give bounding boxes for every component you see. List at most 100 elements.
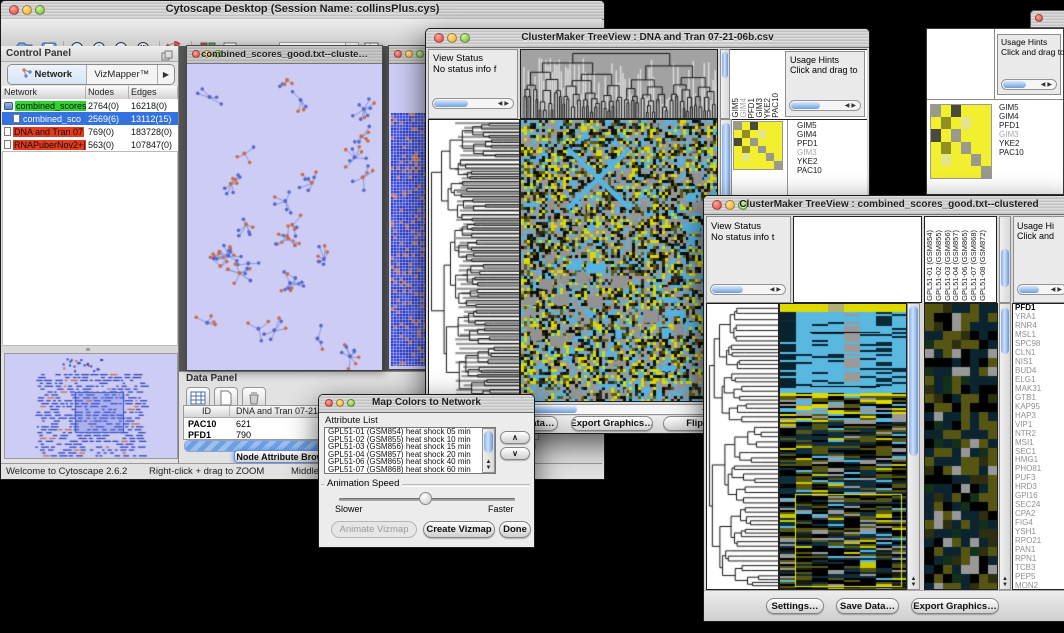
matrix-cell: [734, 146, 742, 154]
view-status-scrollbar[interactable]: ◀▶: [432, 98, 514, 109]
gene-label: MAK31: [1015, 385, 1064, 394]
network-edges: 107847(0): [129, 140, 178, 150]
gene-label: YRA1: [1015, 313, 1064, 322]
gene-label: YKE2: [797, 157, 865, 166]
usage-hints-scrollbar[interactable]: ◀▶: [1001, 79, 1057, 90]
export-graphics-button[interactable]: Export Graphics…: [911, 598, 999, 614]
panel-divider[interactable]: [1, 346, 178, 353]
control-panel-tabs: Network VizMapper™ ▶: [7, 64, 175, 85]
network-nodes: 563(0): [86, 140, 129, 150]
gene-label: PAC10: [999, 148, 1059, 157]
matrix-cell: [981, 166, 991, 178]
column-label: GPL51-06 (GSM865): [960, 230, 969, 301]
attribute-item[interactable]: GPL51-07 (GSM868) heat shock 60 min: [325, 466, 495, 474]
matrix-cell: [981, 129, 991, 141]
heatmap-vscrollbar[interactable]: ▲ ▼: [907, 303, 920, 590]
document-icon: [4, 140, 11, 149]
tab-vizmapper[interactable]: VizMapper™: [87, 65, 158, 84]
close-button[interactable]: [394, 50, 402, 58]
matrix-cell: [951, 142, 961, 154]
list-scrollbar[interactable]: ▲ ▼: [482, 428, 495, 473]
column-label: PAC10: [771, 93, 780, 118]
network-row[interactable]: DNA and Tran 07769(0)183728(0): [2, 125, 178, 138]
minimize-button[interactable]: [405, 50, 413, 58]
matrix-cell: [971, 142, 981, 154]
matrix-cell: [734, 122, 742, 130]
matrix-cell: [766, 138, 774, 146]
treeview1-titlebar[interactable]: ClusterMaker TreeView : DNA and Tran 07-…: [426, 29, 869, 48]
network-row[interactable]: combined_sco2569(6)13112(15): [2, 112, 178, 125]
control-panel: Control Panel Network VizMapper™ ▶ Netwo…: [1, 46, 179, 463]
gene-label: PAN1: [1015, 546, 1064, 555]
close-button[interactable]: [1035, 14, 1043, 22]
network-table-header[interactable]: Network Nodes Edges: [2, 86, 178, 100]
column-tree-panel[interactable]: [793, 216, 922, 303]
matrix-cell: [750, 153, 758, 161]
matrix-cell: [971, 105, 981, 117]
view-status-scrollbar[interactable]: ◀▶: [710, 284, 786, 295]
network-canvas[interactable]: [187, 64, 382, 370]
heatmap-hscrollbar[interactable]: ◀▶: [520, 404, 718, 415]
gene-label: PFD1: [1015, 304, 1064, 313]
network-row[interactable]: RNAPuberNov2+|563(0)107847(0): [2, 138, 178, 151]
gene-label: PFD1: [797, 139, 865, 148]
move-up-button[interactable]: ∧: [500, 431, 530, 444]
export-graphics-button[interactable]: Export Graphics…: [571, 416, 653, 431]
column-dendrogram-panel[interactable]: [520, 49, 718, 119]
gene-label: GIM3: [797, 148, 865, 157]
network-view-window: combined_scores_good.txt--cluste…: [186, 45, 383, 370]
main-titlebar[interactable]: Cytoscape Desktop (Session Name: collins…: [1, 1, 604, 20]
network-name: RNAPuberNov2+|: [13, 140, 86, 150]
animation-speed-label: Animation Speed: [324, 478, 402, 489]
usage-hints-text: Click and drag to: [1001, 47, 1064, 57]
network-list-empty: [2, 151, 178, 346]
row-dendrogram-panel[interactable]: [428, 119, 520, 402]
maximize-button[interactable]: [416, 50, 424, 58]
heatmap-panel[interactable]: [520, 119, 718, 402]
heatmap-panel[interactable]: [779, 303, 907, 590]
network-row[interactable]: combined_scores2764(0)16218(0): [2, 99, 178, 112]
usage-hints-scrollbar[interactable]: ◀▶: [789, 100, 861, 111]
matrix-cell: [750, 138, 758, 146]
row-dendrogram-panel[interactable]: [706, 303, 779, 590]
matrix-cell: [758, 146, 766, 154]
matrix-cell: [758, 153, 766, 161]
tab-overflow-button[interactable]: ▶: [158, 65, 174, 84]
treeview2-titlebar[interactable]: ClusterMaker TreeView : combined_scores_…: [704, 196, 1064, 215]
matrix-cell: [750, 161, 758, 169]
attribute-listbox[interactable]: GPL51-01 (GSM854) heat shock 05 minGPL51…: [324, 427, 496, 474]
save-data-button[interactable]: Save Data…: [836, 598, 899, 614]
tab-network[interactable]: Network: [8, 65, 87, 84]
gene-label: PEP5: [1015, 573, 1064, 582]
column-label: GPL51-07 (GSM868): [969, 230, 978, 301]
column-label: GPL51-01 (GSM854): [925, 230, 934, 301]
network-name: combined_sco: [22, 114, 82, 124]
done-button[interactable]: Done: [499, 521, 531, 538]
move-down-button[interactable]: ∨: [500, 447, 530, 460]
create-vizmap-button[interactable]: Create Vizmap: [423, 521, 495, 538]
gene-label: NIS1: [1015, 358, 1064, 367]
column-tree-scrollbar[interactable]: [720, 49, 730, 119]
column-labels: GIM5GIM4PFD1GIM3YKE2PAC10: [731, 49, 783, 119]
column-labels-scrollbar[interactable]: [999, 216, 1011, 303]
main-window-title: Cytoscape Desktop (Session Name: collins…: [1, 3, 604, 15]
cluster-summary-matrix[interactable]: [930, 104, 992, 179]
usage-hints-scrollbar[interactable]: ◀▶: [1017, 284, 1064, 295]
usage-hints-title: Usage Hints: [790, 55, 839, 65]
speed-slider-thumb[interactable]: [419, 492, 432, 505]
gene-label: GIM4: [797, 130, 865, 139]
treeview3-titlebar-fragment[interactable]: [1030, 10, 1064, 28]
dense-network-canvas[interactable]: [391, 113, 428, 366]
dialog-titlebar[interactable]: Map Colors to Network: [319, 395, 534, 413]
gene-label: RPN1: [1015, 555, 1064, 564]
zoom-vscrollbar[interactable]: ▲ ▼: [999, 303, 1011, 590]
birdseye-view[interactable]: [4, 353, 178, 459]
matrix-cell: [774, 122, 782, 130]
settings-button[interactable]: Settings…: [766, 598, 824, 614]
matrix-cell: [774, 130, 782, 138]
node-attribute-browser-button[interactable]: Node Attribute Brows: [234, 450, 331, 463]
network-view-titlebar[interactable]: combined_scores_good.txt--cluste…: [187, 46, 382, 64]
animate-vizmap-button[interactable]: Animate Vizmap: [331, 521, 417, 538]
zoom-heatmap-panel[interactable]: [924, 303, 998, 590]
cluster-summary-matrix[interactable]: [733, 121, 783, 170]
